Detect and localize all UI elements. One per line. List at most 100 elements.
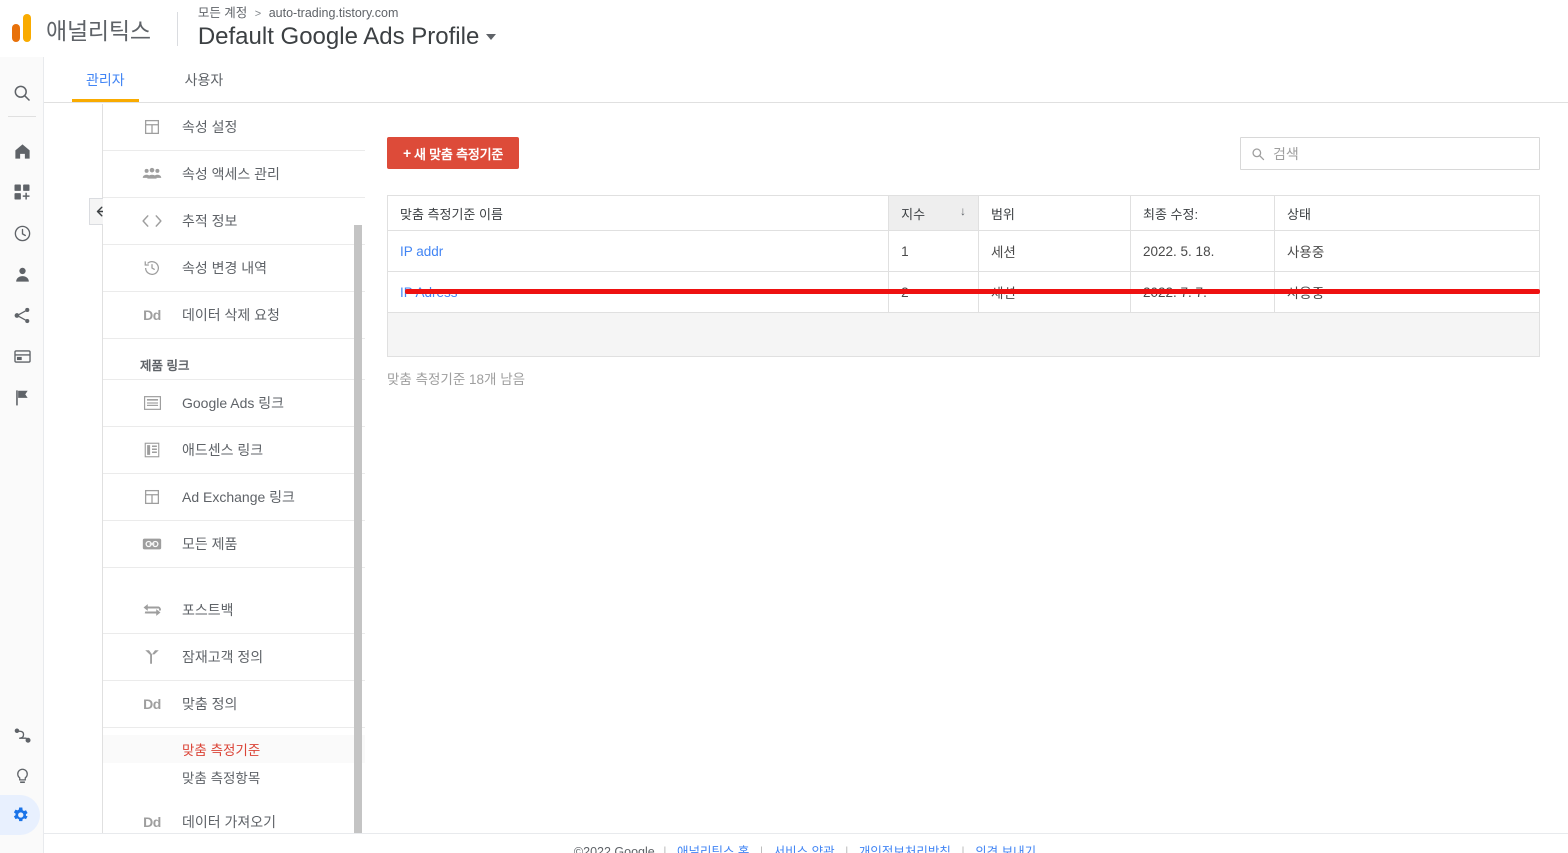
tab-admin-label: 관리자 [86,71,125,88]
footer-link-terms[interactable]: 서비스 약관 [774,845,835,853]
conversions-flag-icon[interactable] [0,377,44,417]
sidebar-item-tracking-info[interactable]: 추적 정보 [103,198,365,245]
footer-link-feedback[interactable]: 의견 보내기 [975,845,1036,853]
sidebar-item-label: Google Ads 링크 [182,395,285,411]
audience-definitions-icon [140,648,164,666]
sidebar-subitem-custom-dimensions[interactable]: 맞춤 측정기준 [103,735,365,763]
sidebar-item-label: 잠재고객 정의 [182,649,264,665]
discover-bulb-icon[interactable] [0,755,44,795]
sidebar-item-audience-definitions[interactable]: 잠재고객 정의 [103,634,365,681]
sidebar-item-property-access[interactable]: 속성 액세스 관리 [103,151,365,198]
table-row[interactable]: IP addr 1 세션 2022. 5. 18. 사용중 [386,230,1540,272]
sidebar-item-label: 데이터 가져오기 [182,814,277,830]
property-access-people-icon [140,165,164,183]
table-footer-row [387,312,1540,357]
new-custom-dimension-button[interactable]: + 새 맞춤 측정기준 [387,137,520,169]
admin-gear-icon[interactable] [0,795,40,835]
sidebar-item-label: Ad Exchange 링크 [182,489,295,505]
cell-last-modified: 2022. 5. 18. [1130,230,1276,272]
column-header-label: 지수 [901,206,926,222]
new-custom-dimension-label: 새 맞춤 측정기준 [413,146,504,162]
footer-copyright: ©2022 Google [573,845,655,853]
search-icon [1251,147,1265,161]
breadcrumb-property[interactable]: auto-trading.tistory.com [269,6,399,20]
table-header-row: 맞춤 측정기준 이름 지수 ↓ 범위 최종 수정: 상태 [386,195,1540,231]
table-header: 맞춤 측정기준 이름 지수 ↓ 범위 최종 수정: 상태 [386,195,1540,231]
attribution-icon[interactable] [0,715,44,755]
header-divider [176,11,178,46]
column-header-status[interactable]: 상태 [1274,195,1540,231]
sidebar-item-all-products[interactable]: 모든 제품 [103,521,365,568]
sidebar-section-label: 제품 링크 [140,359,190,373]
sidebar-item-data-deletion[interactable]: Dd 데이터 삭제 요청 [103,292,365,339]
profile-selector[interactable]: Default Google Ads Profile [198,22,497,52]
footer-separator: | [845,845,849,853]
adsense-icon [140,441,164,459]
footer-link-analytics-home[interactable]: 애널리틱스 홈 [677,845,749,853]
page-footer: ©2022 Google | 애널리틱스 홈 | 서비스 약관 | 개인정보처리… [44,833,1568,853]
ga-logo-wrap[interactable] [0,0,44,57]
history-clock-icon [140,259,164,277]
all-products-link-icon [140,536,164,552]
sidebar-item-label: 포스트백 [182,602,234,618]
sidebar-item-google-ads-link[interactable]: Google Ads 링크 [103,380,365,427]
sidebar-item-label: 모든 제품 [182,536,238,552]
column-header-index[interactable]: 지수 ↓ [888,195,979,231]
sidebar-scrollbar[interactable] [354,225,362,853]
table-footer-cell [387,312,1540,357]
column-header-label: 범위 [990,206,1015,222]
account-block: 모든 계정 > auto-trading.tistory.com Default… [198,6,497,52]
custom-dimension-link[interactable]: IP addr [400,244,443,259]
google-ads-icon [140,395,164,411]
sidebar-item-ad-exchange-link[interactable]: Ad Exchange 링크 [103,474,365,521]
sidebar-subitem-label: 맞춤 측정항목 [182,771,261,786]
sidebar-item-property-settings[interactable]: 속성 설정 [103,104,365,151]
admin-tabs: 관리자 사용자 [44,57,1568,103]
postback-icon [140,601,164,619]
tab-users[interactable]: 사용자 [165,57,244,102]
realtime-clock-icon[interactable] [0,213,44,253]
sidebar-item-custom-definitions[interactable]: Dd 맞춤 정의 [103,681,365,728]
behavior-window-icon[interactable] [0,336,44,376]
breadcrumb-account[interactable]: 모든 계정 [198,6,247,20]
breadcrumb-separator: > [254,7,262,20]
tab-admin[interactable]: 관리자 [66,57,145,102]
cell-name: IP addr [386,230,890,272]
column-header-scope[interactable]: 범위 [977,195,1132,231]
product-name[interactable]: 애널리틱스 [44,12,151,46]
sidebar-item-label: 속성 설정 [182,119,238,135]
settings-sidebar[interactable]: 속성 설정 속성 액세스 관리 추적 정보 속성 변경 내역 Dd 데이터 삭제… [103,104,365,853]
left-icon-rail [0,57,44,853]
custom-dimensions-table: 맞춤 측정기준 이름 지수 ↓ 범위 최종 수정: 상태 IP addr 1 세… [386,195,1540,357]
sidebar-item-change-history[interactable]: 속성 변경 내역 [103,245,365,292]
dd-icon: Dd [143,814,161,830]
footer-link-privacy[interactable]: 개인정보처리방침 [859,845,951,853]
red-underline-annotation [405,289,1540,294]
customization-icon[interactable] [0,172,44,212]
acquisition-share-icon[interactable] [0,295,44,335]
home-icon[interactable] [0,131,44,171]
sidebar-item-label: 속성 변경 내역 [182,260,268,276]
sort-descending-icon: ↓ [959,203,966,218]
table-footer [387,312,1540,357]
search-icon[interactable] [0,73,44,113]
dd-icon: Dd [143,307,161,323]
column-header-label: 맞춤 측정기준 이름 [400,206,503,222]
footer-separator: | [663,845,667,853]
column-header-last-modified[interactable]: 최종 수정: [1130,195,1276,231]
sidebar-item-label: 맞춤 정의 [182,696,238,712]
sidebar-subitem-label: 맞춤 측정기준 [182,743,261,758]
sidebar-item-label: 애드센스 링크 [182,442,264,458]
dd-icon: Dd [143,696,161,712]
audience-person-icon[interactable] [0,254,44,294]
column-header-name[interactable]: 맞춤 측정기준 이름 [386,195,890,231]
remaining-count-text: 맞춤 측정기준 18개 남음 [387,372,526,387]
profile-name: Default Google Ads Profile [197,22,480,50]
property-settings-icon [140,118,164,136]
search-input[interactable]: 검색 [1240,137,1540,170]
sidebar-item-adsense-link[interactable]: 애드센스 링크 [103,427,365,474]
sidebar-item-label: 속성 액세스 관리 [182,166,280,182]
sidebar-subitem-custom-metrics[interactable]: 맞춤 측정항목 [103,763,365,791]
sidebar-item-postback[interactable]: 포스트백 [103,587,365,634]
